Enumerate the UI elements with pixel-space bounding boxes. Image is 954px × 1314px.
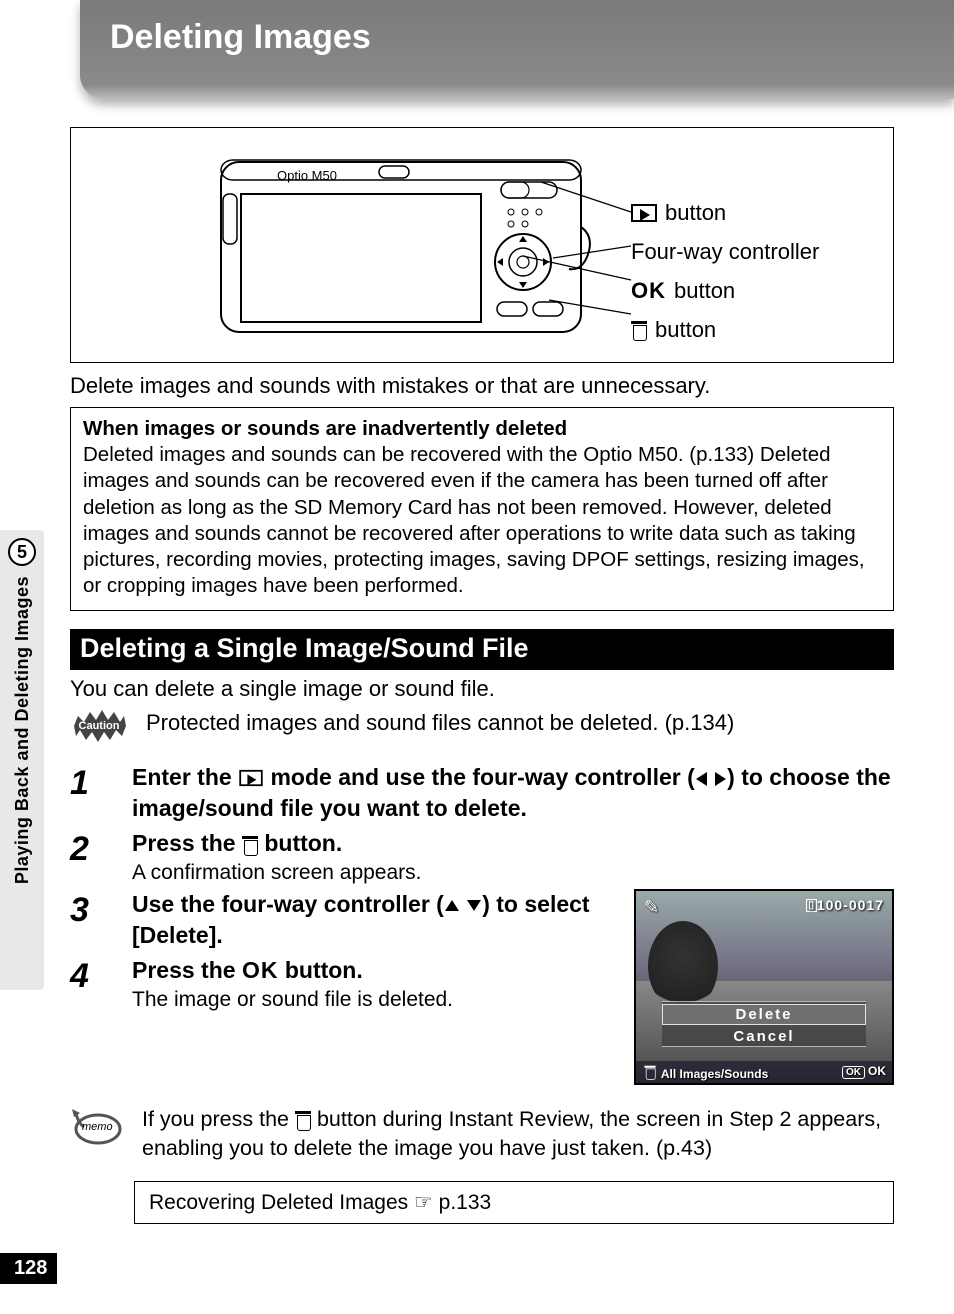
- step-number: 1: [70, 762, 110, 824]
- callout-play-label: button: [665, 196, 726, 229]
- step-1-title: Enter the mode and use the four-way cont…: [132, 762, 894, 824]
- step-number: 2: [70, 828, 110, 885]
- camera-illustration: [211, 142, 611, 342]
- callout-ok: OK button: [631, 274, 819, 307]
- callout-list: button Four-way controller OK button but…: [631, 140, 819, 352]
- cross-reference: Recovering Deleted Images ☞ p.133: [134, 1181, 894, 1224]
- caution-icon: Caution: [70, 708, 128, 744]
- step-2-desc: A confirmation screen appears.: [132, 861, 894, 885]
- down-arrow-icon: [467, 900, 481, 911]
- trash-icon: [631, 321, 647, 339]
- chapter-tab: 5 Playing Back and Deleting Images: [0, 530, 44, 990]
- info-body: Deleted images and sounds can be recover…: [83, 442, 881, 599]
- step-number: 3: [70, 889, 110, 951]
- edit-icon: ✎: [644, 897, 659, 918]
- delete-menu: Delete Cancel: [662, 1001, 866, 1047]
- step-3-title: Use the four-way controller ( ) to selec…: [132, 889, 614, 951]
- trash-icon: [644, 1065, 655, 1078]
- step-4-title: Press the OK button.: [132, 955, 614, 986]
- left-arrow-icon: [696, 772, 707, 786]
- callout-ok-label: button: [674, 274, 735, 307]
- camera-model-text: Optio M50: [277, 168, 337, 183]
- steps-list: 1 Enter the mode and use the four-way co…: [70, 762, 894, 1085]
- chapter-number: 5: [8, 538, 36, 566]
- lcd-preview: ✎ ▯100-0017 Delete Cancel All Images/Sou…: [634, 889, 894, 1085]
- memo-note: memo If you press the button during Inst…: [70, 1105, 894, 1163]
- play-icon: [631, 204, 657, 222]
- step-2-title: Press the button.: [132, 828, 894, 859]
- page-number: 128: [0, 1253, 57, 1284]
- up-arrow-icon: [445, 900, 459, 911]
- file-number: ▯100-0017: [806, 897, 884, 913]
- page-title: Deleting Images: [110, 18, 924, 57]
- camera-diagram-box: Optio M50 button Four-way controller OK …: [70, 127, 894, 363]
- caution-note: Caution Protected images and sound files…: [70, 708, 894, 744]
- info-heading: When images or sounds are inadvertently …: [83, 416, 881, 442]
- ok-label: OK: [631, 274, 666, 307]
- right-arrow-icon: [715, 772, 726, 786]
- trash-icon: [295, 1111, 311, 1129]
- callout-trash: button: [631, 313, 819, 346]
- memo-icon: memo: [70, 1105, 122, 1145]
- recovery-info-box: When images or sounds are inadvertently …: [70, 407, 894, 611]
- page-title-bar: Deleting Images: [80, 0, 954, 99]
- step-number: 4: [70, 955, 110, 1012]
- section-lead: You can delete a single image or sound f…: [70, 676, 894, 702]
- section-heading: Deleting a Single Image/Sound File: [70, 629, 894, 670]
- footer-left: All Images/Sounds: [642, 1063, 768, 1081]
- pointer-icon: ☞: [414, 1191, 433, 1214]
- footer-right: OKOK: [842, 1064, 886, 1079]
- trash-icon: [242, 836, 258, 854]
- intro-text: Delete images and sounds with mistakes o…: [70, 373, 894, 399]
- step-1: 1 Enter the mode and use the four-way co…: [70, 762, 894, 824]
- callout-play: button: [631, 196, 819, 229]
- menu-cancel: Cancel: [662, 1027, 866, 1046]
- memo-text: If you press the button during Instant R…: [142, 1105, 894, 1163]
- step-4: 4 Press the OK button. The image or soun…: [70, 955, 614, 1012]
- callout-fourway-label: Four-way controller: [631, 235, 819, 268]
- caution-label: Caution: [70, 708, 128, 744]
- play-icon: [239, 770, 262, 786]
- caution-text: Protected images and sound files cannot …: [146, 708, 734, 736]
- callout-fourway: Four-way controller: [631, 235, 819, 268]
- chapter-label: Playing Back and Deleting Images: [12, 576, 33, 884]
- callout-trash-label: button: [655, 313, 716, 346]
- step-2: 2 Press the button. A confirmation scree…: [70, 828, 894, 885]
- step-3: 3 Use the four-way controller ( ) to sel…: [70, 889, 614, 951]
- step-4-desc: The image or sound file is deleted.: [132, 988, 614, 1012]
- menu-delete: Delete: [662, 1004, 866, 1025]
